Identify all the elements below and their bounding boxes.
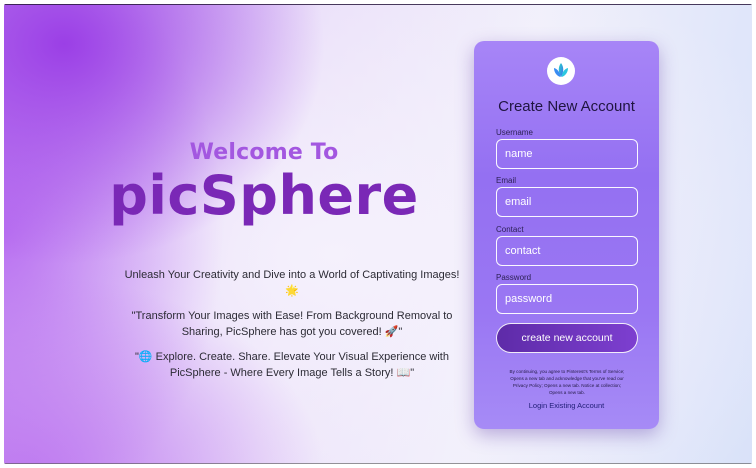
- welcome-heading: Welcome To: [189, 140, 339, 165]
- tagline-3: "🌐 Explore. Create. Share. Elevate Your …: [135, 351, 449, 379]
- username-input[interactable]: [496, 139, 638, 169]
- tagline-1: Unleash Your Creativity and Dive into a …: [124, 269, 460, 297]
- terms-notice: By continuing, you agree to Pinterest's …: [509, 368, 625, 396]
- contact-input[interactable]: [496, 236, 638, 266]
- email-input[interactable]: [496, 187, 638, 217]
- contact-label: Contact: [496, 225, 524, 234]
- page-background: Welcome To picSphere Unleash Your Creati…: [4, 4, 752, 464]
- brand-title: picSphere: [109, 164, 419, 227]
- password-input[interactable]: [496, 284, 638, 314]
- leaf-logo-icon: [547, 57, 575, 85]
- hero-section: Welcome To picSphere: [94, 140, 434, 229]
- signup-card: Create New Account Username Email Contac…: [474, 41, 659, 429]
- password-label: Password: [496, 273, 532, 282]
- window-top-border: [4, 4, 752, 5]
- form-title: Create New Account: [498, 98, 635, 115]
- create-account-button[interactable]: create new account: [496, 323, 638, 353]
- tagline-list: Unleash Your Creativity and Dive into a …: [122, 267, 462, 390]
- email-label: Email: [496, 176, 517, 185]
- window-bottom-border: [4, 463, 752, 464]
- username-label: Username: [496, 128, 533, 137]
- tagline-2: "Transform Your Images with Ease! From B…: [131, 310, 453, 338]
- login-existing-link[interactable]: Login Existing Account: [474, 401, 659, 410]
